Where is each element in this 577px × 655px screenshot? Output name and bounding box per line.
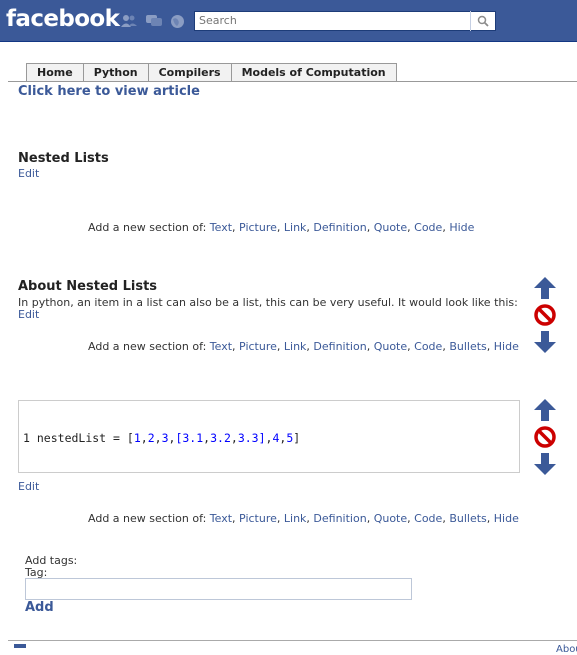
code-number: 2 bbox=[147, 431, 155, 445]
add-picture-link[interactable]: Picture bbox=[239, 340, 277, 353]
add-picture-link[interactable]: Picture bbox=[239, 512, 277, 525]
footer-marker bbox=[14, 644, 26, 648]
tab-bar: Home Python Compilers Models of Computat… bbox=[26, 63, 397, 82]
section-title-about-nested-lists: About Nested Lists bbox=[18, 279, 158, 294]
hide-link[interactable]: Hide bbox=[449, 221, 474, 234]
add-bullets-link[interactable]: Bullets bbox=[449, 512, 486, 525]
add-text-link[interactable]: Text bbox=[210, 340, 232, 353]
tab-models-of-computation[interactable]: Models of Computation bbox=[230, 63, 397, 82]
add-link-link[interactable]: Link bbox=[284, 340, 307, 353]
move-up-arrow-icon[interactable] bbox=[533, 276, 557, 300]
code-identifier: nestedList bbox=[36, 431, 107, 445]
code-operator: = [ bbox=[106, 431, 134, 445]
section-paragraph: In python, an item in a list can also be… bbox=[18, 296, 518, 309]
add-picture-link[interactable]: Picture bbox=[239, 221, 277, 234]
add-section-prefix: Add a new section of: bbox=[88, 512, 207, 525]
search-box bbox=[194, 11, 496, 31]
move-up-arrow-icon[interactable] bbox=[533, 398, 557, 422]
code-number: 3 bbox=[161, 431, 169, 445]
top-bar: facebook bbox=[0, 0, 577, 42]
code-closing: ] bbox=[293, 431, 301, 445]
add-code-link[interactable]: Code bbox=[414, 512, 442, 525]
add-quote-link[interactable]: Quote bbox=[374, 512, 407, 525]
facebook-logo[interactable]: facebook bbox=[6, 6, 120, 32]
add-tag-button[interactable]: Add bbox=[25, 600, 54, 615]
hide-link[interactable]: Hide bbox=[494, 340, 519, 353]
friend-requests-icon[interactable] bbox=[121, 14, 137, 28]
add-code-link[interactable]: Code bbox=[414, 340, 442, 353]
section-2-controls bbox=[533, 276, 557, 357]
code-number: 1 bbox=[133, 431, 141, 445]
edit-link-3[interactable]: Edit bbox=[18, 480, 39, 493]
add-text-link[interactable]: Text bbox=[210, 221, 232, 234]
search-button[interactable] bbox=[470, 11, 495, 31]
view-article-link[interactable]: Click here to view article bbox=[18, 84, 200, 99]
code-number: 4 bbox=[272, 431, 280, 445]
code-number: 3.3] bbox=[237, 431, 266, 445]
tab-compilers[interactable]: Compilers bbox=[147, 63, 232, 82]
code-number: 3.2 bbox=[210, 431, 231, 445]
move-down-arrow-icon[interactable] bbox=[533, 330, 557, 354]
add-section-row-2: Add a new section of: Text, Picture, Lin… bbox=[88, 340, 519, 353]
section-3-controls bbox=[533, 398, 557, 479]
tab-divider bbox=[8, 81, 577, 82]
add-quote-link[interactable]: Quote bbox=[374, 221, 407, 234]
messages-icon[interactable] bbox=[146, 14, 162, 28]
notifications-globe-icon[interactable] bbox=[170, 14, 186, 28]
add-definition-link[interactable]: Definition bbox=[313, 512, 366, 525]
add-section-prefix: Add a new section of: bbox=[88, 221, 207, 234]
tag-input[interactable] bbox=[25, 578, 412, 600]
add-quote-link[interactable]: Quote bbox=[374, 340, 407, 353]
delete-icon[interactable] bbox=[533, 425, 557, 449]
code-number: [3.1 bbox=[175, 431, 204, 445]
move-down-arrow-icon[interactable] bbox=[533, 452, 557, 476]
code-block: 1 nestedList = [1,2,3,[3.1,3.2,3.3],4,5] bbox=[18, 400, 520, 473]
delete-icon[interactable] bbox=[533, 303, 557, 327]
code-line: 1 nestedList = [1,2,3,[3.1,3.2,3.3],4,5] bbox=[23, 431, 301, 445]
add-definition-link[interactable]: Definition bbox=[313, 221, 366, 234]
add-link-link[interactable]: Link bbox=[284, 512, 307, 525]
add-section-prefix: Add a new section of: bbox=[88, 340, 207, 353]
add-section-row-3: Add a new section of: Text, Picture, Lin… bbox=[88, 512, 519, 525]
footer-about-link[interactable]: Abou bbox=[556, 644, 577, 655]
hide-link[interactable]: Hide bbox=[494, 512, 519, 525]
add-section-row-1: Add a new section of: Text, Picture, Lin… bbox=[88, 221, 475, 234]
add-link-link[interactable]: Link bbox=[284, 221, 307, 234]
section-title-nested-lists: Nested Lists bbox=[18, 151, 109, 166]
add-bullets-link[interactable]: Bullets bbox=[449, 340, 486, 353]
add-code-link[interactable]: Code bbox=[414, 221, 442, 234]
add-text-link[interactable]: Text bbox=[210, 512, 232, 525]
tab-home[interactable]: Home bbox=[26, 63, 84, 82]
edit-link-2[interactable]: Edit bbox=[18, 308, 39, 321]
add-definition-link[interactable]: Definition bbox=[313, 340, 366, 353]
search-input[interactable] bbox=[195, 12, 459, 29]
search-icon bbox=[477, 15, 489, 27]
line-number: 1 bbox=[23, 431, 30, 445]
edit-link-1[interactable]: Edit bbox=[18, 167, 39, 180]
tab-python[interactable]: Python bbox=[82, 63, 149, 82]
footer-divider bbox=[8, 640, 577, 641]
